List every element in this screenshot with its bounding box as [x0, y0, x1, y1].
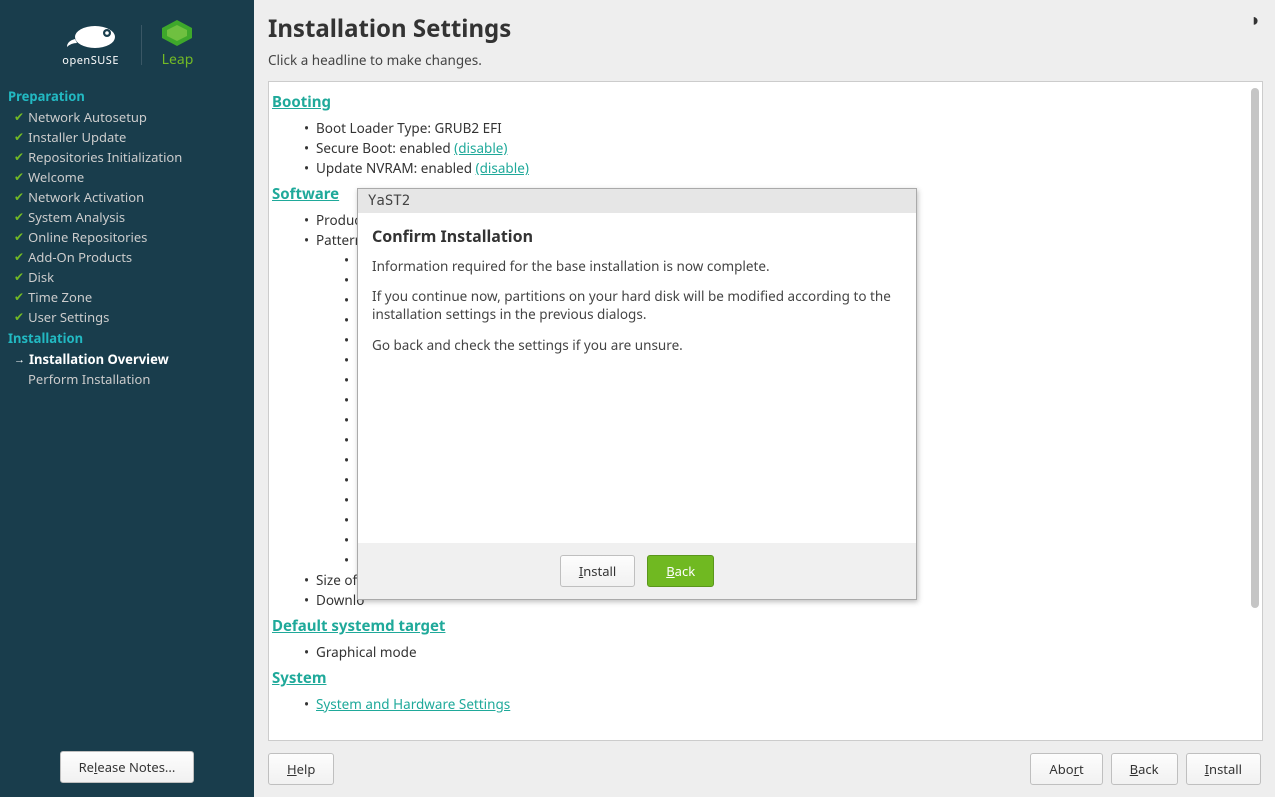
dialog-install-button[interactable]: Install [560, 555, 635, 587]
dialog-footer: Install Back [358, 543, 916, 599]
leap-text: Leap [162, 50, 194, 69]
check-icon: ✔ [14, 131, 24, 143]
nav-item-disk: ✔Disk [8, 267, 246, 287]
nvram-disable-link[interactable]: (disable) [476, 159, 529, 177]
check-icon: ✔ [14, 191, 24, 203]
check-icon: ✔ [14, 111, 24, 123]
page-title: Installation Settings [268, 12, 1261, 45]
footer-left: Help [268, 753, 334, 785]
logo-divider [141, 25, 142, 65]
check-icon: ✔ [14, 251, 24, 263]
system-hardware-item: System and Hardware Settings [308, 694, 1242, 714]
nav-item-network-autosetup: ✔Network Autosetup [8, 107, 246, 127]
nav-item-timezone: ✔Time Zone [8, 287, 246, 307]
scrollbar[interactable] [1251, 88, 1259, 608]
back-button[interactable]: Back [1111, 753, 1178, 785]
confirm-install-dialog: YaST2 Confirm Installation Information r… [357, 188, 917, 600]
check-icon: ✔ [14, 291, 24, 303]
nav-item-perform-installation: Perform Installation [8, 369, 246, 389]
logo-area: openSUSE Leap [0, 0, 254, 79]
nav-item-installer-update: ✔Installer Update [8, 127, 246, 147]
sidebar-footer: Release Notes... [0, 737, 254, 797]
main-footer: Help Abort Back Install [254, 741, 1275, 797]
systemd-mode: Graphical mode [308, 642, 1242, 662]
main-header: Installation Settings Click a headline t… [254, 0, 1275, 77]
nav-item-repositories-init: ✔Repositories Initialization [8, 147, 246, 167]
check-icon: ✔ [14, 271, 24, 283]
update-nvram: Update NVRAM: enabled (disable) [308, 158, 1242, 178]
opensuse-text: openSUSE [62, 53, 119, 68]
secure-boot-disable-link[interactable]: (disable) [454, 139, 507, 157]
check-icon: ✔ [14, 211, 24, 223]
leap-icon [162, 20, 192, 46]
nav-area: Preparation ✔Network Autosetup ✔Installe… [0, 79, 254, 737]
dialog-body: Confirm Installation Information require… [358, 213, 916, 543]
arrow-right-icon: → [14, 352, 25, 367]
help-button[interactable]: Help [268, 753, 334, 785]
boot-loader-type: Boot Loader Type: GRUB2 EFI [308, 118, 1242, 138]
opensuse-logo: openSUSE [61, 21, 121, 68]
nav-item-welcome: ✔Welcome [8, 167, 246, 187]
nav-heading-installation: Installation [8, 327, 246, 349]
system-hardware-link[interactable]: System and Hardware Settings [316, 695, 510, 713]
system-list: System and Hardware Settings [308, 694, 1242, 714]
theme-toggle-icon[interactable]: ◗ [1250, 8, 1261, 32]
section-systemd-target[interactable]: Default systemd target [272, 616, 445, 636]
check-icon: ✔ [14, 171, 24, 183]
dialog-p2: If you continue now, partitions on your … [372, 287, 902, 323]
systemd-list: Graphical mode [308, 642, 1242, 662]
check-icon: ✔ [14, 311, 24, 323]
leap-logo: Leap [162, 20, 194, 69]
footer-right: Abort Back Install [1030, 753, 1261, 785]
nav-heading-preparation: Preparation [8, 85, 246, 107]
nav-item-online-repos: ✔Online Repositories [8, 227, 246, 247]
dialog-p1: Information required for the base instal… [372, 257, 902, 275]
nav-item-user-settings: ✔User Settings [8, 307, 246, 327]
booting-list: Boot Loader Type: GRUB2 EFI Secure Boot:… [308, 118, 1242, 178]
dialog-p3: Go back and check the settings if you ar… [372, 336, 902, 354]
install-button[interactable]: Install [1186, 753, 1261, 785]
nav-item-network-activation: ✔Network Activation [8, 187, 246, 207]
section-booting[interactable]: Booting [272, 92, 331, 112]
secure-boot: Secure Boot: enabled (disable) [308, 138, 1242, 158]
nav-item-installation-overview: →Installation Overview [8, 349, 246, 369]
nav-item-system-analysis: ✔System Analysis [8, 207, 246, 227]
dialog-titlebar[interactable]: YaST2 [358, 189, 916, 213]
abort-button[interactable]: Abort [1030, 753, 1102, 785]
nav-item-addon-products: ✔Add-On Products [8, 247, 246, 267]
sidebar: openSUSE Leap Preparation ✔Network Autos… [0, 0, 254, 797]
check-icon: ✔ [14, 231, 24, 243]
check-icon: ✔ [14, 151, 24, 163]
page-subtitle: Click a headline to make changes. [268, 51, 1261, 69]
section-system[interactable]: System [272, 668, 326, 688]
dialog-heading: Confirm Installation [372, 225, 902, 247]
section-software[interactable]: Software [272, 184, 339, 204]
dialog-back-button[interactable]: Back [647, 555, 714, 587]
geeko-icon [61, 21, 121, 51]
release-notes-button[interactable]: Release Notes... [60, 751, 195, 783]
